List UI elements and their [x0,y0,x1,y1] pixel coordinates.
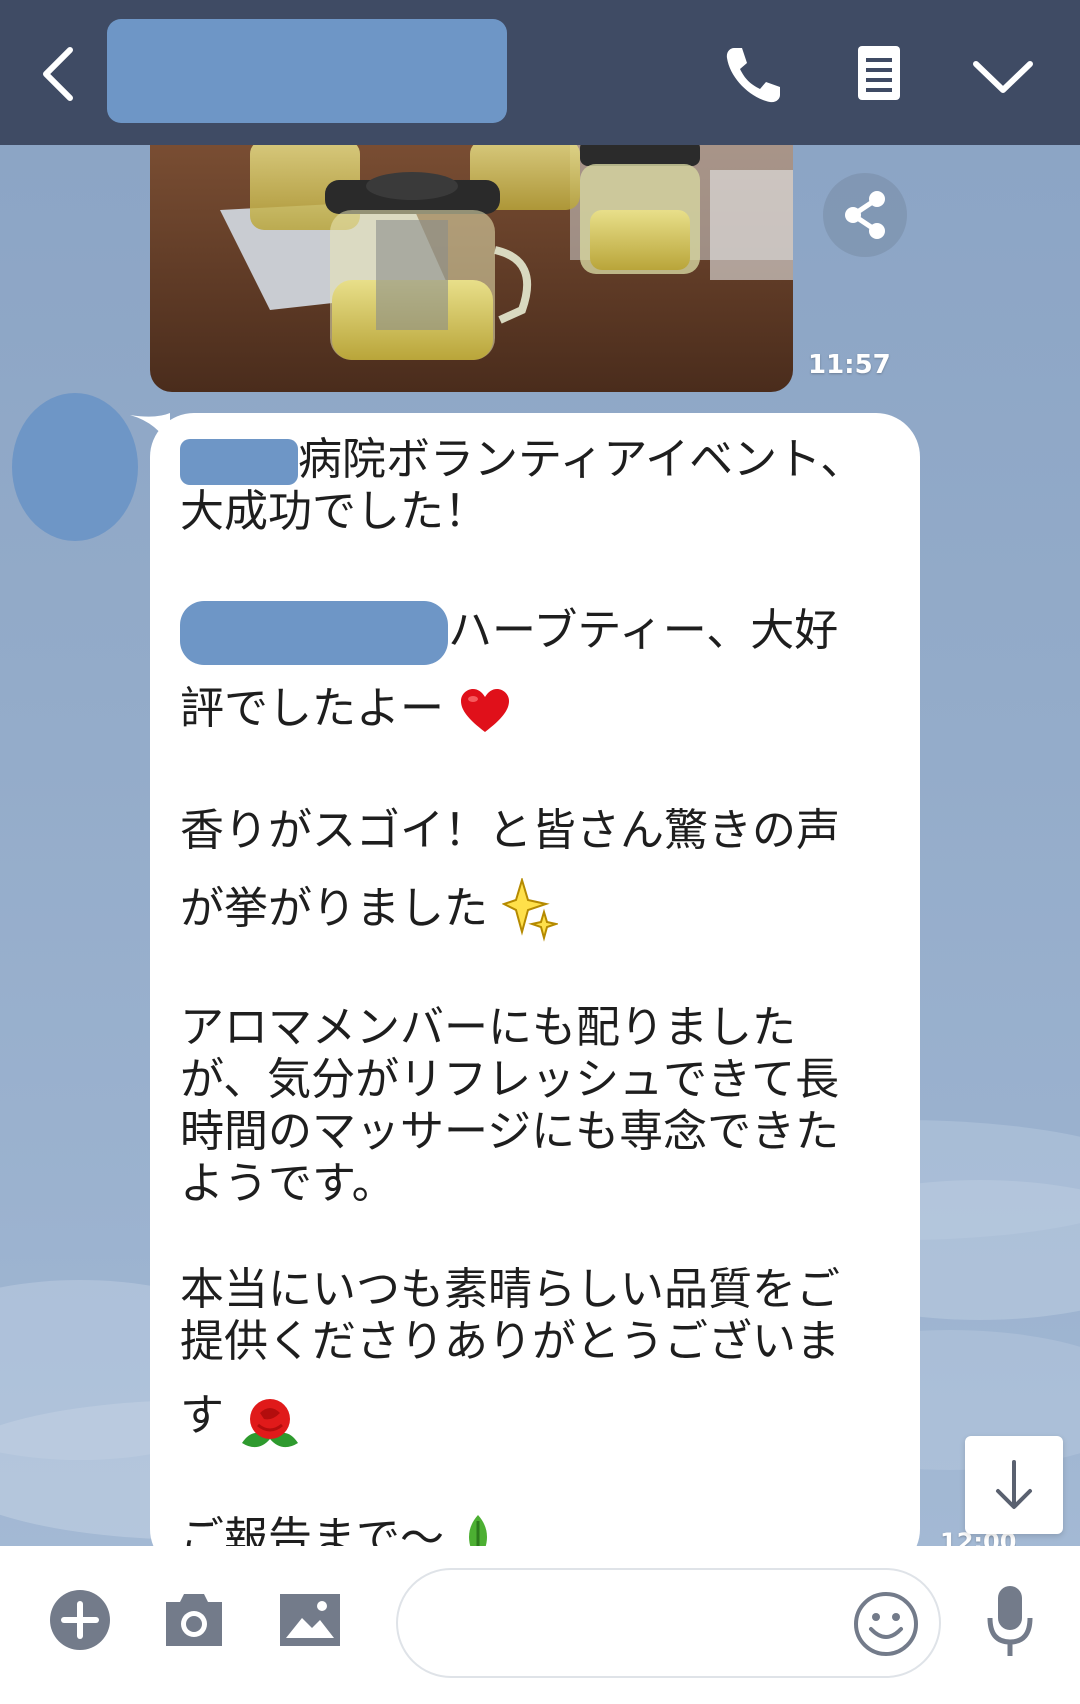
message-line: 大成功でした！ [180,486,488,537]
message-line: が、気分がリフレッシュできて長 [180,1054,840,1105]
redacted-avatar[interactable] [12,393,138,541]
message-text: 病院ボランティアイベント、 大成功でした！ ハーブティー、大好 評でしたよー 香… [180,434,870,1623]
add-button[interactable] [48,1588,112,1656]
image-button[interactable] [278,1592,342,1652]
chevron-left-icon [43,47,73,101]
input-bar [0,1546,1080,1704]
phone-icon [726,48,780,103]
image-icon [280,1594,340,1646]
call-button[interactable] [720,40,790,110]
message-line: 香りがスゴイ！と皆さん驚きの声 [180,805,840,856]
photo-message[interactable] [150,140,793,392]
back-button[interactable] [30,38,90,108]
mic-icon [987,1586,1033,1656]
camera-icon [166,1594,222,1646]
teapots-photo [150,140,793,392]
notes-button[interactable] [844,40,914,110]
smiley-icon [854,1592,918,1656]
scroll-to-bottom-button[interactable] [965,1436,1063,1534]
heart-emoji [461,689,509,732]
rose-emoji [242,1399,298,1448]
message-line: 提供くださりありがとうございま [180,1316,840,1367]
message-line: が挙がりました [180,883,488,934]
chevron-down-icon [973,61,1033,93]
redacted-name [180,439,298,485]
emoji-button[interactable] [853,1591,919,1661]
menu-dropdown-button[interactable] [968,40,1038,110]
chat-header [0,0,1080,145]
share-button[interactable] [823,173,907,257]
message-line: 時間のマッサージにも専念できた [180,1106,840,1157]
message-line: アロマメンバーにも配りました [180,1002,796,1053]
photo-timestamp: 11:57 [808,350,891,380]
note-icon [858,46,900,100]
message-line: 評でしたよー [180,683,444,734]
message-line: 病院ボランティアイベント、 [298,434,865,485]
redacted-product-name [180,601,448,665]
arrow-down-icon [996,1460,1032,1509]
message-line: ハーブティー、大好 [448,605,839,656]
camera-button[interactable] [162,1588,226,1654]
message-line: ようです。 [180,1158,396,1209]
voice-button[interactable] [982,1582,1038,1666]
message-line: 本当にいつも素晴らしい品質をご [180,1264,840,1315]
message-line: す [180,1390,224,1441]
plus-icon [50,1590,110,1650]
redacted-chat-title [107,19,507,123]
share-icon [845,191,885,239]
sparkles-emoji [502,878,558,942]
